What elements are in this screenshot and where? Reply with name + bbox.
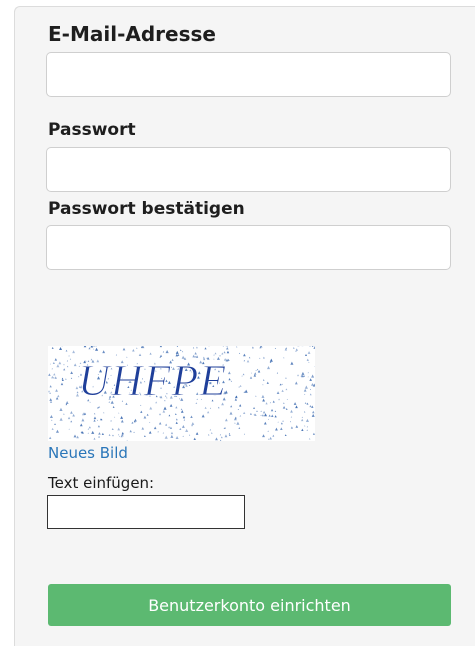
email-label: E-Mail-Adresse xyxy=(48,22,216,46)
captcha-input-label: Text einfügen: xyxy=(48,474,155,492)
create-account-label: Benutzerkonto einrichten xyxy=(148,595,351,615)
confirm-password-label: Passwort bestätigen xyxy=(48,199,245,219)
password-field[interactable] xyxy=(46,147,451,192)
new-captcha-image-link[interactable]: Neues Bild xyxy=(48,444,128,462)
captcha-image: UHFPE xyxy=(48,346,315,441)
registration-panel xyxy=(14,6,475,646)
captcha-text: UHFPE xyxy=(78,356,227,405)
email-field[interactable] xyxy=(46,52,451,97)
confirm-password-field[interactable] xyxy=(46,225,451,270)
password-label: Passwort xyxy=(48,120,136,140)
create-account-button[interactable]: Benutzerkonto einrichten xyxy=(48,584,451,626)
captcha-input[interactable] xyxy=(47,495,245,529)
